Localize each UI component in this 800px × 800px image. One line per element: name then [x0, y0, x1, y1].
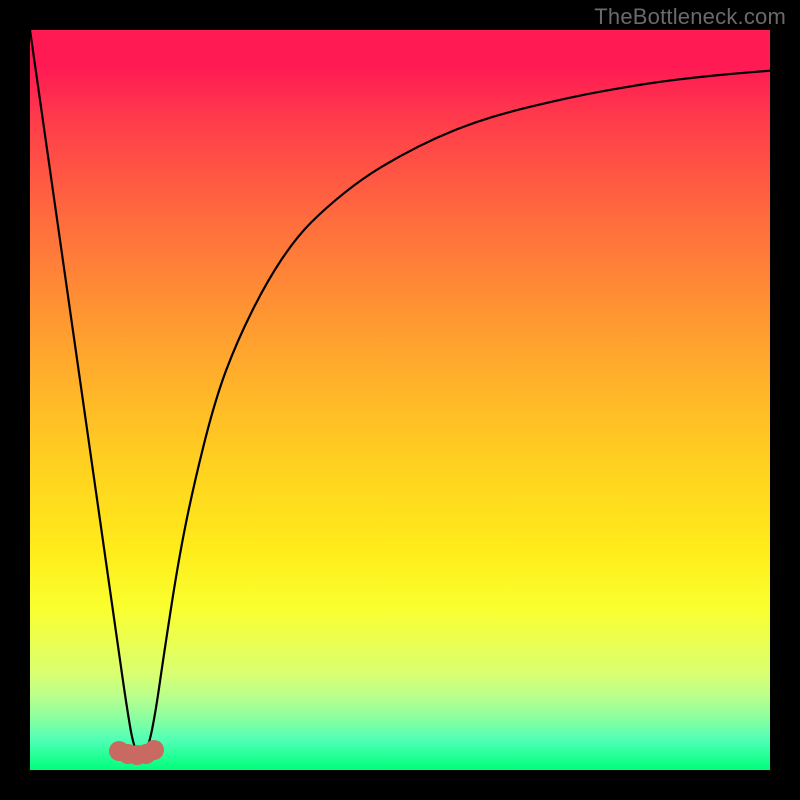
curve-path	[30, 30, 770, 753]
chart-plot-area	[30, 30, 770, 770]
watermark-text: TheBottleneck.com	[594, 4, 786, 30]
bottleneck-curve	[30, 30, 770, 770]
